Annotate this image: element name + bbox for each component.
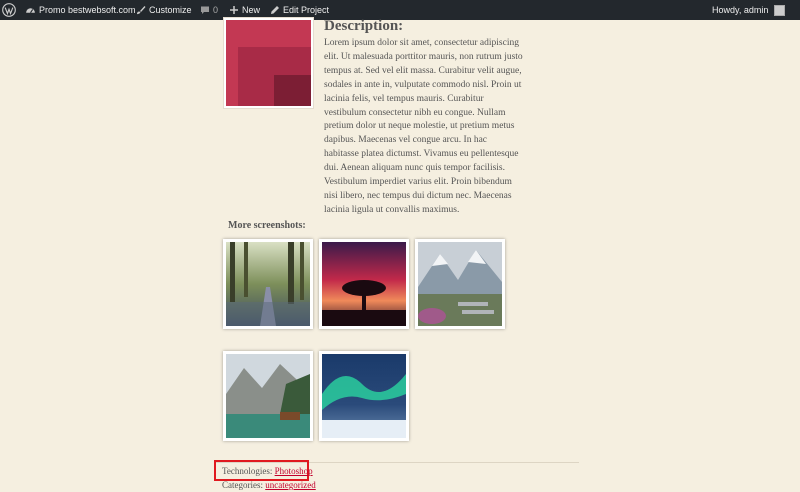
technology-link-photoshop[interactable]: Photoshop: [275, 466, 313, 476]
wordpress-logo-button[interactable]: [2, 0, 16, 20]
pencil-icon: [271, 6, 279, 14]
customize-link[interactable]: Customize: [136, 0, 192, 20]
brush-icon: [137, 6, 146, 15]
dashboard-icon: [26, 7, 35, 13]
screenshot-thumbnail-lake[interactable]: [223, 351, 313, 441]
admin-bar: Promo bestwebsoft.com Customize 0 New Ed…: [0, 0, 800, 20]
categories-label: Categories:: [222, 480, 263, 490]
new-label: New: [242, 5, 261, 15]
technologies-label: Technologies:: [222, 465, 273, 476]
description-text: Lorem ipsum dolor sit amet, consectetur …: [324, 38, 523, 215]
technologies-line: Technologies: Photoshop: [214, 460, 313, 481]
screenshot-thumbnail-mountains[interactable]: [415, 239, 505, 329]
screenshot-thumbnail-aurora[interactable]: [319, 351, 409, 441]
edit-project-label: Edit Project: [283, 5, 330, 15]
plus-icon: [230, 6, 238, 14]
comments-count: 0: [213, 5, 219, 15]
more-screenshots-heading: More screenshots:: [228, 220, 306, 231]
site-name-link[interactable]: Promo bestwebsoft.com: [25, 0, 136, 20]
avatar-icon: [774, 4, 786, 16]
comments-link[interactable]: 0: [200, 0, 218, 20]
description-heading: Description:: [324, 18, 404, 34]
howdy-label: Howdy, admin: [712, 5, 769, 15]
screenshot-thumbnail-forest[interactable]: [223, 239, 313, 329]
screenshot-thumbnail-tree-sunset[interactable]: [319, 239, 409, 329]
featured-image: [223, 17, 314, 109]
account-menu[interactable]: Howdy, admin: [712, 0, 786, 20]
comment-icon: [201, 6, 209, 14]
customize-label: Customize: [149, 5, 192, 15]
category-link[interactable]: uncategorized: [265, 480, 315, 490]
categories-line: Categories: uncategorized: [222, 480, 316, 490]
wordpress-icon: [2, 3, 16, 17]
site-name-label: Promo bestwebsoft.com: [39, 5, 136, 15]
